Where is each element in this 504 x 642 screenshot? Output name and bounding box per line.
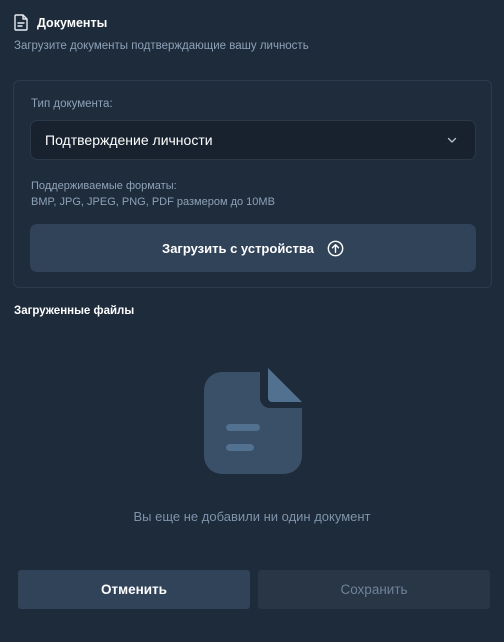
page-title: Документы bbox=[37, 15, 108, 30]
upload-button-label: Загрузить с устройства bbox=[162, 240, 314, 256]
doc-type-select[interactable]: Подтверждение личности bbox=[30, 120, 476, 160]
page-subtitle: Загрузите документы подтверждающие вашу … bbox=[14, 40, 309, 52]
upload-circle-icon bbox=[327, 240, 344, 256]
chevron-down-icon[interactable] bbox=[446, 134, 458, 146]
documents-panel: Документы Загрузите документы подтвержда… bbox=[0, 0, 504, 642]
uploaded-files-title: Загруженные файлы bbox=[14, 305, 135, 317]
formats-info: Поддерживаемые форматы: BMP, JPG, JPEG, … bbox=[31, 178, 275, 210]
panel-header: Документы bbox=[14, 14, 107, 31]
save-button[interactable]: Сохранить bbox=[258, 570, 490, 609]
doc-type-label: Тип документа: bbox=[31, 98, 113, 110]
empty-state-text: Вы еще не добавили ни один документ bbox=[133, 509, 371, 524]
formats-heading: Поддерживаемые форматы: bbox=[31, 180, 177, 192]
empty-document-icon bbox=[204, 368, 302, 474]
doc-type-value: Подтверждение личности bbox=[45, 132, 213, 148]
cancel-button[interactable]: Отменить bbox=[18, 570, 250, 609]
document-icon bbox=[14, 14, 28, 31]
formats-list: BMP, JPG, JPEG, PNG, PDF размером до 10M… bbox=[31, 196, 275, 208]
upload-card: Тип документа: Подтверждение личности По… bbox=[13, 80, 492, 288]
upload-from-device-button[interactable]: Загрузить с устройства bbox=[30, 224, 476, 272]
